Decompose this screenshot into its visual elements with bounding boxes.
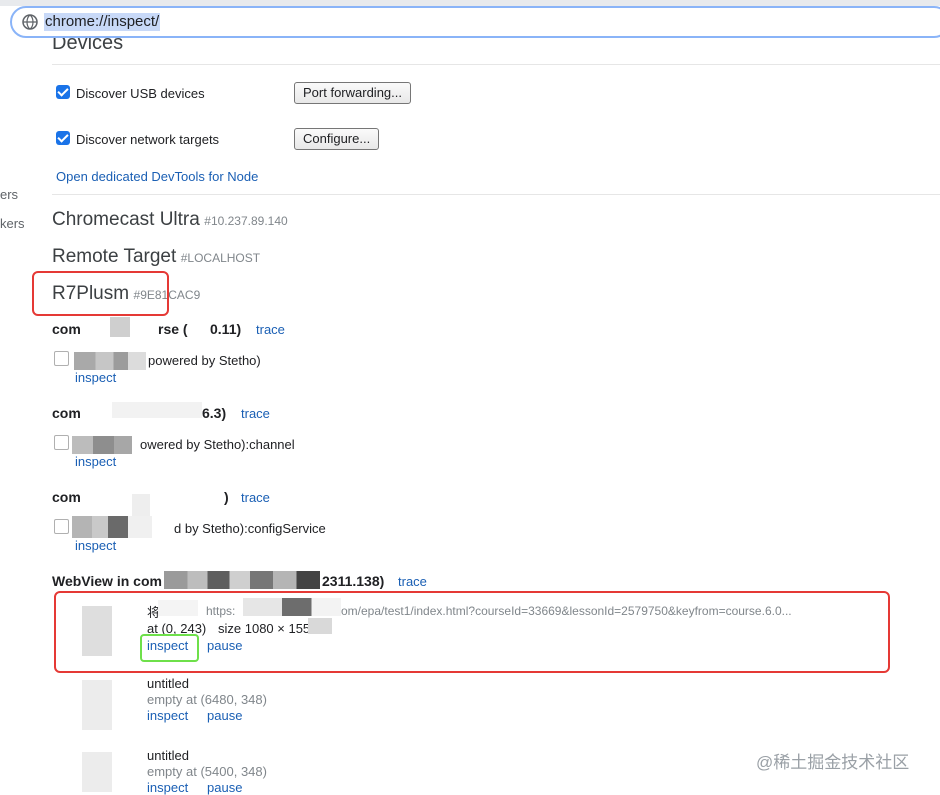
page-thumbnail xyxy=(82,680,112,730)
trace-link[interactable]: trace xyxy=(241,406,270,421)
target-title-end: rse ( xyxy=(158,321,188,337)
page-info: empty at (6480, 348) xyxy=(147,692,267,707)
redaction-block xyxy=(164,571,320,589)
target-checkbox[interactable] xyxy=(54,351,69,366)
target-title-end: ) xyxy=(224,489,229,505)
device-name: Chromecast Ultra xyxy=(52,209,200,230)
page-title: untitled xyxy=(147,676,189,691)
inspect-link[interactable]: inspect xyxy=(75,370,116,385)
target-title-end: 6.3) xyxy=(202,405,227,421)
device-serial: #10.237.89.140 xyxy=(204,214,288,228)
redaction-block xyxy=(72,436,132,454)
highlight-box-webview-page xyxy=(54,591,890,673)
address-bar[interactable]: chrome://inspect/ xyxy=(10,6,940,38)
divider xyxy=(52,194,940,195)
redaction-block xyxy=(112,402,202,418)
trace-link[interactable]: trace xyxy=(256,322,285,337)
target-title-start: com xyxy=(52,405,81,421)
target-page-title: owered by Stetho):channel xyxy=(140,437,295,452)
webview-title-end: 2311.138) xyxy=(322,573,385,589)
page-info: empty at (5400, 348) xyxy=(147,764,267,779)
sidebar-item-cut[interactable]: kers xyxy=(0,216,25,231)
port-forwarding-button[interactable]: Port forwarding... xyxy=(294,82,411,104)
discover-network-checkbox[interactable] xyxy=(56,131,70,145)
divider xyxy=(52,64,940,65)
inspect-link[interactable]: inspect xyxy=(147,708,188,723)
redaction-block xyxy=(74,352,146,370)
configure-button[interactable]: Configure... xyxy=(294,128,380,150)
discover-usb-checkbox[interactable] xyxy=(56,85,70,99)
device-name: Remote Target xyxy=(52,246,177,267)
discover-usb-label: Discover USB devices xyxy=(76,86,205,101)
target-checkbox[interactable] xyxy=(54,519,69,534)
target-title-start: com xyxy=(52,321,81,337)
redaction-block xyxy=(110,317,130,337)
device-header: Remote Target #LOCALHOST xyxy=(52,246,260,268)
target-page-title: powered by Stetho) xyxy=(148,353,261,368)
inspect-link[interactable]: inspect xyxy=(75,454,116,469)
target-title-version: 0.11) xyxy=(210,321,242,337)
target-page-title: d by Stetho):configService xyxy=(174,521,326,536)
redaction-block xyxy=(72,516,152,538)
globe-icon xyxy=(22,14,38,30)
pause-link[interactable]: pause xyxy=(207,780,242,795)
watermark: @稀土掘金技术社区 xyxy=(756,753,910,772)
pause-link[interactable]: pause xyxy=(207,708,242,723)
highlight-box-device xyxy=(32,271,169,316)
device-header: Chromecast Ultra #10.237.89.140 xyxy=(52,209,288,231)
redaction-block xyxy=(132,494,150,516)
discover-network-label: Discover network targets xyxy=(76,132,220,147)
address-url[interactable]: chrome://inspect/ xyxy=(44,13,161,31)
trace-link[interactable]: trace xyxy=(398,574,427,589)
open-node-devtools-link[interactable]: Open dedicated DevTools for Node xyxy=(56,169,258,184)
inspect-link[interactable]: inspect xyxy=(147,780,188,795)
sidebar-item-cut[interactable]: ers xyxy=(0,187,18,202)
target-title-start: com xyxy=(52,489,81,505)
trace-link[interactable]: trace xyxy=(241,490,270,505)
inspect-link[interactable]: inspect xyxy=(75,538,116,553)
webview-title-start: WebView in com xyxy=(52,573,162,589)
device-serial: #LOCALHOST xyxy=(180,251,261,265)
page-thumbnail xyxy=(82,752,112,792)
target-checkbox[interactable] xyxy=(54,435,69,450)
page-title: untitled xyxy=(147,748,189,763)
